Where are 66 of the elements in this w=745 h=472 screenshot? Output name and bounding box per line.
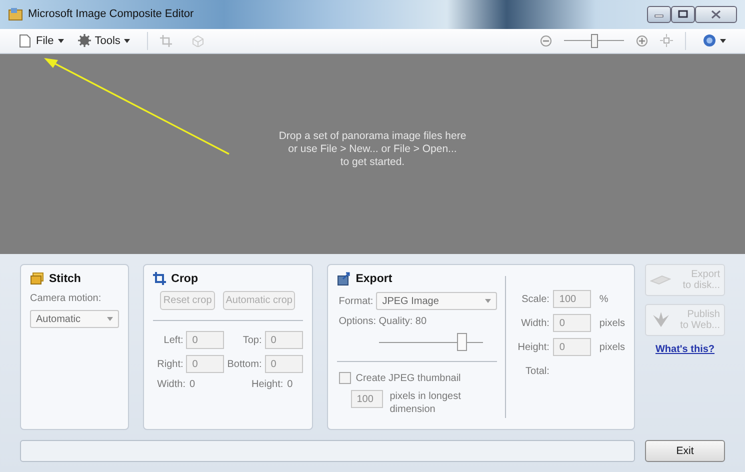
- input-field[interactable]: 100: [350, 390, 383, 408]
- crop-icon: [153, 272, 166, 286]
- caret-icon: [124, 38, 130, 43]
- caret-icon: [720, 38, 726, 43]
- app-icon: [8, 7, 23, 22]
- tools-menu[interactable]: Tools: [72, 32, 136, 50]
- readout-value: 0: [287, 379, 293, 390]
- zoom-out-icon[interactable]: [540, 34, 552, 47]
- help-link[interactable]: What's this?: [645, 344, 725, 356]
- unit-label: pixels: [598, 318, 625, 329]
- crop-icon[interactable]: [160, 34, 172, 47]
- panel-title: Export: [356, 273, 392, 286]
- field-label: Total:: [524, 366, 550, 378]
- quality-slider[interactable]: [378, 333, 483, 352]
- panel-title: Stitch: [49, 272, 81, 285]
- slider-thumb[interactable]: [456, 333, 467, 352]
- input-field[interactable]: 100: [553, 290, 592, 308]
- slider-thumb[interactable]: [591, 34, 598, 48]
- field-label: Format:: [338, 296, 374, 307]
- field-label: Scale:: [520, 294, 550, 305]
- maximize-button[interactable]: [671, 6, 695, 23]
- file-menu[interactable]: File: [14, 32, 69, 50]
- field-label: Bottom:: [227, 358, 262, 370]
- field-label: Width:: [157, 379, 186, 390]
- zoom-in-icon[interactable]: [636, 34, 648, 47]
- input-field[interactable]: 0: [264, 355, 303, 374]
- leaf-icon: [650, 311, 672, 330]
- input-field[interactable]: 0: [553, 314, 592, 332]
- format-dropdown[interactable]: JPEG Image: [376, 292, 497, 310]
- zoom-slider[interactable]: [564, 34, 624, 48]
- field-label: Top:: [242, 334, 262, 346]
- close-button[interactable]: [695, 6, 737, 23]
- close-icon: [711, 10, 721, 19]
- caret-icon: [484, 299, 491, 304]
- help-icon: [703, 34, 716, 48]
- gear-icon: [78, 34, 91, 48]
- input-field[interactable]: 0: [186, 331, 224, 350]
- export-icon: [336, 272, 351, 286]
- fit-icon[interactable]: [660, 34, 673, 48]
- options-label: Options: Quality: 80: [338, 316, 428, 328]
- checkbox[interactable]: [338, 372, 351, 384]
- caret-icon: [107, 317, 114, 322]
- unit-label: %: [598, 294, 610, 305]
- camera-motion-dropdown[interactable]: Automatic: [30, 310, 120, 328]
- input-field[interactable]: 0: [553, 338, 592, 356]
- readout-value: 0: [189, 379, 196, 390]
- caret-icon: [58, 38, 64, 43]
- input-field[interactable]: 0: [264, 331, 303, 350]
- checkbox-label: Create JPEG thumbnail: [356, 372, 461, 384]
- drop-instructions: Drop a set of panorama image files here or use File > New... or File > Open... to get started.: [278, 130, 466, 169]
- field-label: Height:: [251, 379, 284, 390]
- maximize-icon: [678, 10, 688, 18]
- minimize-button[interactable]: [647, 6, 671, 23]
- panel-title: Crop: [171, 272, 198, 285]
- window-title: Microsoft Image Composite Editor: [28, 8, 195, 20]
- field-label: Camera motion:: [30, 293, 102, 304]
- input-field[interactable]: 0: [186, 355, 224, 374]
- exit-button[interactable]: Exit: [645, 440, 725, 462]
- unit-label: pixels: [598, 342, 625, 353]
- field-label: Height:: [518, 342, 550, 353]
- field-label: Width:: [520, 318, 550, 329]
- photos-icon: [30, 272, 44, 286]
- field-label: pixels in longest dimension: [390, 390, 462, 416]
- field-label: Left:: [162, 334, 184, 346]
- document-icon: [19, 34, 32, 48]
- field-label: Right:: [157, 358, 184, 370]
